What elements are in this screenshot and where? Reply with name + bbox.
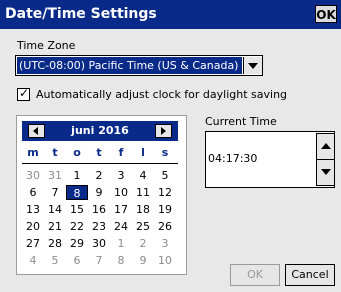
calendar-day[interactable]: 14 xyxy=(44,202,66,217)
title-ok-button[interactable]: OK xyxy=(315,5,337,23)
calendar-day[interactable]: 19 xyxy=(154,202,176,217)
calendar-day[interactable]: 24 xyxy=(110,219,132,234)
calendar-day[interactable]: 23 xyxy=(88,219,110,234)
calendar-day[interactable]: 25 xyxy=(132,219,154,234)
calendar-day[interactable]: 12 xyxy=(154,185,176,200)
calendar-day[interactable]: 10 xyxy=(110,185,132,200)
calendar-day[interactable]: 8 xyxy=(110,253,132,268)
calendar-day[interactable]: 1 xyxy=(110,236,132,251)
calendar-day[interactable]: 30 xyxy=(22,168,44,183)
calendar-day[interactable]: 13 xyxy=(22,202,44,217)
arrow-right-icon xyxy=(161,127,166,135)
calendar-day[interactable]: 4 xyxy=(132,168,154,183)
calendar-day[interactable]: 6 xyxy=(66,253,88,268)
calendar-day[interactable]: 29 xyxy=(66,236,88,251)
calendar-day[interactable]: 22 xyxy=(66,219,88,234)
arrow-left-icon xyxy=(33,127,38,135)
calendar-day[interactable]: 26 xyxy=(154,219,176,234)
timezone-selected-value[interactable]: (UTC-08:00) Pacific Time (US & Canada) xyxy=(17,57,242,74)
timezone-dropdown[interactable]: (UTC-08:00) Pacific Time (US & Canada) xyxy=(15,55,263,76)
calendar-day[interactable]: 31 xyxy=(44,168,66,183)
weekday-header: f xyxy=(118,146,124,159)
calendar-day[interactable]: 11 xyxy=(132,185,154,200)
calendar-day[interactable]: 30 xyxy=(88,236,110,251)
cancel-button[interactable]: Cancel xyxy=(285,264,335,286)
calendar-day[interactable]: 8 xyxy=(66,185,88,200)
prev-month-button[interactable] xyxy=(28,124,45,138)
calendar-day[interactable]: 7 xyxy=(88,253,110,268)
time-up-button[interactable] xyxy=(316,133,335,160)
time-down-button[interactable] xyxy=(316,159,335,186)
calendar-day[interactable]: 21 xyxy=(44,219,66,234)
calendar-header: juni 2016 xyxy=(22,121,178,141)
dst-checkbox[interactable]: ✓ xyxy=(17,86,30,101)
weekday-header: m xyxy=(27,146,39,159)
calendar-day[interactable]: 4 xyxy=(22,253,44,268)
time-value[interactable]: 04:17:30 xyxy=(208,152,257,165)
time-label: Current Time xyxy=(205,115,277,128)
calendar-day[interactable]: 7 xyxy=(44,185,66,200)
calendar-day[interactable]: 15 xyxy=(66,202,88,217)
calendar-day[interactable]: 5 xyxy=(154,168,176,183)
calendar-day[interactable]: 6 xyxy=(22,185,44,200)
weekday-header: t xyxy=(96,146,102,159)
weekday-divider xyxy=(22,163,178,164)
weekday-header: o xyxy=(73,146,81,159)
weekday-header: l xyxy=(141,146,145,159)
chevron-down-icon xyxy=(248,63,258,69)
calendar-day[interactable]: 9 xyxy=(88,185,110,200)
calendar-day[interactable]: 10 xyxy=(154,253,176,268)
calendar-day[interactable]: 1 xyxy=(66,168,88,183)
timezone-dropdown-button[interactable] xyxy=(243,57,262,74)
chevron-down-icon xyxy=(321,169,331,175)
window-title: Date/Time Settings xyxy=(5,6,157,22)
weekday-header: s xyxy=(161,146,169,159)
next-month-button[interactable] xyxy=(155,124,172,138)
checkmark-icon: ✓ xyxy=(19,86,30,100)
calendar-day[interactable]: 16 xyxy=(88,202,110,217)
calendar-day[interactable]: 20 xyxy=(22,219,44,234)
calendar-day[interactable]: 27 xyxy=(22,236,44,251)
calendar-month-label: juni 2016 xyxy=(71,124,129,137)
calendar-day[interactable]: 28 xyxy=(44,236,66,251)
calendar-day[interactable]: 3 xyxy=(154,236,176,251)
weekday-header: t xyxy=(52,146,58,159)
chevron-up-icon xyxy=(321,143,331,149)
calendar-day[interactable]: 2 xyxy=(88,168,110,183)
time-field[interactable]: 04:17:30 xyxy=(205,131,335,188)
calendar-day[interactable]: 5 xyxy=(44,253,66,268)
ok-button[interactable]: OK xyxy=(230,264,280,286)
calendar-day[interactable]: 9 xyxy=(132,253,154,268)
calendar-day[interactable]: 2 xyxy=(132,236,154,251)
calendar-day[interactable]: 18 xyxy=(132,202,154,217)
timezone-label: Time Zone xyxy=(17,39,76,52)
dst-label: Automatically adjust clock for daylight … xyxy=(36,88,288,101)
calendar-day[interactable]: 17 xyxy=(110,202,132,217)
calendar-day[interactable]: 3 xyxy=(110,168,132,183)
